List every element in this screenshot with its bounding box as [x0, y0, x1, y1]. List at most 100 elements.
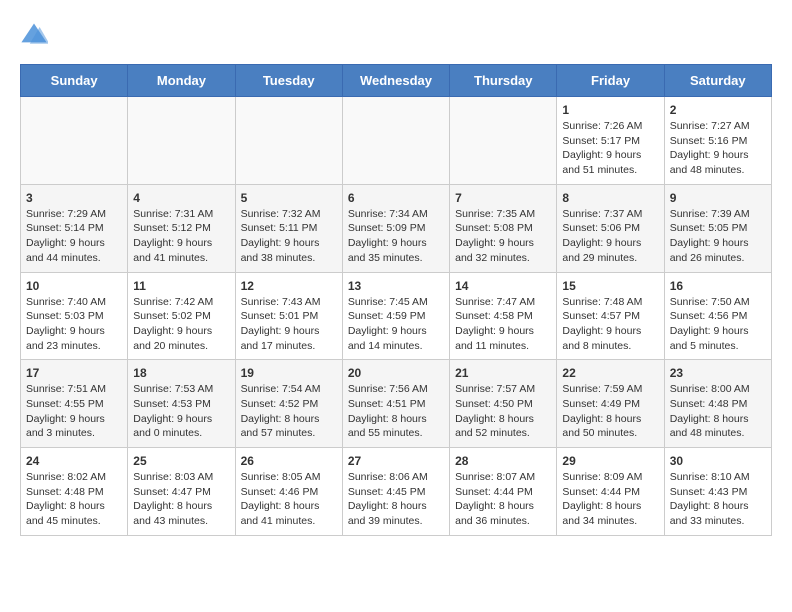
day-info: Sunrise: 8:10 AM Sunset: 4:43 PM Dayligh…	[670, 470, 766, 529]
calendar-cell: 10 Sunrise: 7:40 AM Sunset: 5:03 PM Dayli…	[21, 272, 128, 360]
logo-icon	[20, 20, 48, 48]
day-info: Sunrise: 7:27 AM Sunset: 5:16 PM Dayligh…	[670, 119, 766, 178]
weekday-header: Tuesday	[235, 65, 342, 97]
day-number: 18	[133, 366, 229, 380]
day-number: 25	[133, 454, 229, 468]
calendar-cell: 1 Sunrise: 7:26 AM Sunset: 5:17 PM Daylig…	[557, 97, 664, 185]
header	[20, 20, 772, 48]
calendar-cell: 5 Sunrise: 7:32 AM Sunset: 5:11 PM Daylig…	[235, 184, 342, 272]
day-info: Sunrise: 7:53 AM Sunset: 4:53 PM Dayligh…	[133, 382, 229, 441]
day-number: 15	[562, 279, 658, 293]
calendar-cell: 14 Sunrise: 7:47 AM Sunset: 4:58 PM Dayli…	[450, 272, 557, 360]
day-info: Sunrise: 7:35 AM Sunset: 5:08 PM Dayligh…	[455, 207, 551, 266]
day-info: Sunrise: 7:29 AM Sunset: 5:14 PM Dayligh…	[26, 207, 122, 266]
calendar-cell: 9 Sunrise: 7:39 AM Sunset: 5:05 PM Daylig…	[664, 184, 771, 272]
day-number: 13	[348, 279, 444, 293]
day-info: Sunrise: 7:47 AM Sunset: 4:58 PM Dayligh…	[455, 295, 551, 354]
day-number: 23	[670, 366, 766, 380]
calendar-cell: 3 Sunrise: 7:29 AM Sunset: 5:14 PM Daylig…	[21, 184, 128, 272]
calendar-week-row: 3 Sunrise: 7:29 AM Sunset: 5:14 PM Daylig…	[21, 184, 772, 272]
calendar-week-row: 24 Sunrise: 8:02 AM Sunset: 4:48 PM Dayli…	[21, 448, 772, 536]
day-number: 26	[241, 454, 337, 468]
calendar-body: 1 Sunrise: 7:26 AM Sunset: 5:17 PM Daylig…	[21, 97, 772, 536]
calendar-cell: 25 Sunrise: 8:03 AM Sunset: 4:47 PM Dayli…	[128, 448, 235, 536]
day-info: Sunrise: 7:40 AM Sunset: 5:03 PM Dayligh…	[26, 295, 122, 354]
calendar-cell: 6 Sunrise: 7:34 AM Sunset: 5:09 PM Daylig…	[342, 184, 449, 272]
calendar-cell	[450, 97, 557, 185]
calendar-cell: 7Sunrise: 7:35 AM Sunset: 5:08 PM Daylig…	[450, 184, 557, 272]
day-info: Sunrise: 7:34 AM Sunset: 5:09 PM Dayligh…	[348, 207, 444, 266]
day-number: 22	[562, 366, 658, 380]
calendar-cell: 15 Sunrise: 7:48 AM Sunset: 4:57 PM Dayli…	[557, 272, 664, 360]
day-number: 27	[348, 454, 444, 468]
day-number: 19	[241, 366, 337, 380]
day-info: Sunrise: 8:07 AM Sunset: 4:44 PM Dayligh…	[455, 470, 551, 529]
day-info: Sunrise: 7:50 AM Sunset: 4:56 PM Dayligh…	[670, 295, 766, 354]
calendar-cell: 8 Sunrise: 7:37 AM Sunset: 5:06 PM Daylig…	[557, 184, 664, 272]
calendar-cell: 20 Sunrise: 7:56 AM Sunset: 4:51 PM Dayli…	[342, 360, 449, 448]
day-number: 30	[670, 454, 766, 468]
calendar-cell	[235, 97, 342, 185]
calendar-cell	[128, 97, 235, 185]
day-info: Sunrise: 8:05 AM Sunset: 4:46 PM Dayligh…	[241, 470, 337, 529]
calendar-cell: 17Sunrise: 7:51 AM Sunset: 4:55 PM Dayli…	[21, 360, 128, 448]
logo	[20, 20, 52, 48]
day-number: 9	[670, 191, 766, 205]
day-info: Sunrise: 7:48 AM Sunset: 4:57 PM Dayligh…	[562, 295, 658, 354]
weekday-header: Thursday	[450, 65, 557, 97]
calendar-week-row: 10 Sunrise: 7:40 AM Sunset: 5:03 PM Dayli…	[21, 272, 772, 360]
calendar-cell: 19 Sunrise: 7:54 AM Sunset: 4:52 PM Dayli…	[235, 360, 342, 448]
day-info: Sunrise: 8:03 AM Sunset: 4:47 PM Dayligh…	[133, 470, 229, 529]
day-number: 29	[562, 454, 658, 468]
weekday-header: Friday	[557, 65, 664, 97]
weekday-header: Sunday	[21, 65, 128, 97]
day-info: Sunrise: 7:31 AM Sunset: 5:12 PM Dayligh…	[133, 207, 229, 266]
calendar-cell: 11Sunrise: 7:42 AM Sunset: 5:02 PM Dayli…	[128, 272, 235, 360]
day-info: Sunrise: 7:37 AM Sunset: 5:06 PM Dayligh…	[562, 207, 658, 266]
calendar-cell: 22 Sunrise: 7:59 AM Sunset: 4:49 PM Dayli…	[557, 360, 664, 448]
calendar-cell: 16 Sunrise: 7:50 AM Sunset: 4:56 PM Dayli…	[664, 272, 771, 360]
day-number: 1	[562, 103, 658, 117]
day-number: 10	[26, 279, 122, 293]
calendar-cell: 21Sunrise: 7:57 AM Sunset: 4:50 PM Dayli…	[450, 360, 557, 448]
weekday-header: Monday	[128, 65, 235, 97]
day-number: 24	[26, 454, 122, 468]
day-info: Sunrise: 7:57 AM Sunset: 4:50 PM Dayligh…	[455, 382, 551, 441]
day-number: 8	[562, 191, 658, 205]
day-number: 17	[26, 366, 122, 380]
calendar-cell: 27 Sunrise: 8:06 AM Sunset: 4:45 PM Dayli…	[342, 448, 449, 536]
day-info: Sunrise: 8:06 AM Sunset: 4:45 PM Dayligh…	[348, 470, 444, 529]
calendar-cell	[21, 97, 128, 185]
day-info: Sunrise: 7:42 AM Sunset: 5:02 PM Dayligh…	[133, 295, 229, 354]
calendar-cell: 2 Sunrise: 7:27 AM Sunset: 5:16 PM Daylig…	[664, 97, 771, 185]
weekday-header: Saturday	[664, 65, 771, 97]
day-number: 2	[670, 103, 766, 117]
calendar-cell: 12Sunrise: 7:43 AM Sunset: 5:01 PM Dayli…	[235, 272, 342, 360]
day-info: Sunrise: 7:26 AM Sunset: 5:17 PM Dayligh…	[562, 119, 658, 178]
day-info: Sunrise: 7:56 AM Sunset: 4:51 PM Dayligh…	[348, 382, 444, 441]
day-info: Sunrise: 7:39 AM Sunset: 5:05 PM Dayligh…	[670, 207, 766, 266]
calendar-cell: 29 Sunrise: 8:09 AM Sunset: 4:44 PM Dayli…	[557, 448, 664, 536]
calendar-week-row: 1 Sunrise: 7:26 AM Sunset: 5:17 PM Daylig…	[21, 97, 772, 185]
day-info: Sunrise: 7:32 AM Sunset: 5:11 PM Dayligh…	[241, 207, 337, 266]
calendar-week-row: 17Sunrise: 7:51 AM Sunset: 4:55 PM Dayli…	[21, 360, 772, 448]
day-info: Sunrise: 7:43 AM Sunset: 5:01 PM Dayligh…	[241, 295, 337, 354]
day-info: Sunrise: 7:45 AM Sunset: 4:59 PM Dayligh…	[348, 295, 444, 354]
calendar-cell: 26 Sunrise: 8:05 AM Sunset: 4:46 PM Dayli…	[235, 448, 342, 536]
calendar-cell: 24 Sunrise: 8:02 AM Sunset: 4:48 PM Dayli…	[21, 448, 128, 536]
day-info: Sunrise: 7:59 AM Sunset: 4:49 PM Dayligh…	[562, 382, 658, 441]
day-number: 14	[455, 279, 551, 293]
day-number: 6	[348, 191, 444, 205]
day-number: 20	[348, 366, 444, 380]
day-info: Sunrise: 7:54 AM Sunset: 4:52 PM Dayligh…	[241, 382, 337, 441]
day-info: Sunrise: 8:09 AM Sunset: 4:44 PM Dayligh…	[562, 470, 658, 529]
weekday-header: Wednesday	[342, 65, 449, 97]
day-number: 16	[670, 279, 766, 293]
day-number: 4	[133, 191, 229, 205]
weekday-row: SundayMondayTuesdayWednesdayThursdayFrid…	[21, 65, 772, 97]
day-info: Sunrise: 8:02 AM Sunset: 4:48 PM Dayligh…	[26, 470, 122, 529]
day-number: 3	[26, 191, 122, 205]
calendar-cell: 18 Sunrise: 7:53 AM Sunset: 4:53 PM Dayli…	[128, 360, 235, 448]
day-number: 5	[241, 191, 337, 205]
day-info: Sunrise: 8:00 AM Sunset: 4:48 PM Dayligh…	[670, 382, 766, 441]
